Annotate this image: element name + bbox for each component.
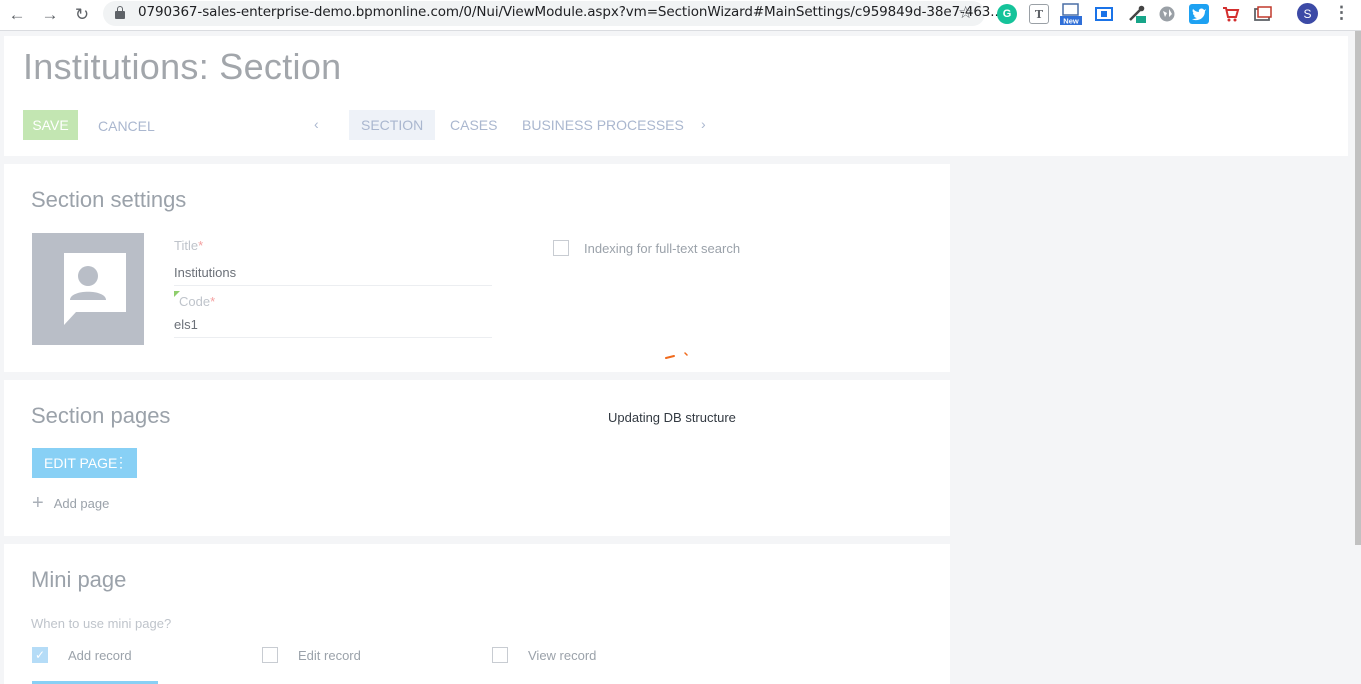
screenshot-extension-icon[interactable]: [1253, 4, 1273, 24]
view-record-label: View record: [528, 648, 597, 663]
tabs-next-arrow-icon[interactable]: ›: [701, 116, 706, 132]
wizard-header: Institutions: Section SAVE CANCEL ‹ SECT…: [4, 36, 1348, 156]
code-field[interactable]: els1: [174, 317, 198, 332]
plus-icon: +: [32, 492, 44, 514]
browser-toolbar: ← → ↻ 0790367-sales-enterprise-demo.bpmo…: [0, 0, 1361, 31]
code-field-underline: [174, 337, 492, 338]
edit-record-checkbox[interactable]: [262, 647, 278, 663]
mini-page-question: When to use mini page?: [31, 616, 172, 631]
view-record-checkbox[interactable]: [492, 647, 508, 663]
profile-avatar[interactable]: S: [1297, 3, 1318, 24]
loading-spinner-icon: [665, 352, 688, 359]
add-page-label: Add page: [53, 495, 110, 511]
page-scrollbar[interactable]: [1355, 31, 1361, 545]
more-options-icon[interactable]: ⋮: [114, 454, 128, 471]
status-message: Updating DB structure: [608, 410, 736, 425]
tab-section[interactable]: SECTION: [349, 110, 436, 140]
forward-arrow-icon[interactable]: →: [38, 3, 62, 27]
code-field-label: Code*: [179, 294, 216, 309]
edit-record-label: Edit record: [298, 648, 361, 663]
title-field[interactable]: Institutions: [174, 265, 236, 280]
edit-page-label: EDIT PAGE: [44, 455, 118, 471]
add-record-checkbox[interactable]: ✓: [32, 647, 48, 663]
tab-cases[interactable]: CASES: [438, 110, 509, 140]
cart-extension-icon[interactable]: [1221, 4, 1241, 24]
indexing-label: Indexing for full-text search: [584, 241, 741, 256]
section-image-placeholder[interactable]: [32, 233, 144, 345]
bookmark-star-icon[interactable]: ☆: [958, 3, 973, 23]
reload-icon[interactable]: ↻: [70, 3, 94, 27]
indexing-checkbox[interactable]: [553, 240, 569, 256]
section-pages-title: Section pages: [31, 403, 171, 428]
page-title: Institutions: Section: [23, 46, 342, 87]
new-extension-icon[interactable]: New: [1060, 3, 1082, 26]
svg-text:New: New: [1063, 17, 1079, 26]
tabs-prev-arrow-icon[interactable]: ‹: [314, 116, 319, 132]
globe-extension-icon[interactable]: [1157, 4, 1177, 24]
grammarly-extension-icon[interactable]: G: [997, 4, 1017, 24]
section-settings-card: Section settings Title* Institutions Cod…: [4, 164, 950, 372]
section-settings-title: Section settings: [31, 187, 187, 212]
edit-page-button[interactable]: EDIT PAGE ⋮: [32, 448, 137, 478]
tab-business-processes[interactable]: BUSINESS PROCESSES: [510, 110, 696, 140]
save-button[interactable]: SAVE: [23, 110, 78, 140]
url-text[interactable]: 0790367-sales-enterprise-demo.bpmonline.…: [138, 4, 1003, 20]
twitter-extension-icon[interactable]: [1189, 4, 1209, 24]
calendar-extension-icon[interactable]: [1094, 4, 1114, 24]
add-record-label: Add record: [68, 648, 132, 663]
section-pages-card: Section pages EDIT PAGE ⋮ + Add page Upd…: [4, 380, 950, 536]
title-field-label: Title*: [174, 238, 204, 253]
mini-page-card: Mini page When to use mini page? ✓ Add r…: [4, 544, 950, 684]
eyedropper-extension-icon[interactable]: [1127, 4, 1147, 24]
image-placeholder-icon: [64, 253, 126, 325]
back-arrow-icon[interactable]: ←: [5, 3, 29, 27]
add-page-button[interactable]: + Add page: [32, 492, 110, 514]
lock-icon: [115, 6, 125, 19]
mini-page-title: Mini page: [31, 567, 127, 592]
text-extension-icon[interactable]: T: [1029, 4, 1049, 24]
browser-menu-icon[interactable]: ⋮: [1333, 3, 1350, 23]
cancel-button[interactable]: CANCEL: [98, 118, 155, 134]
title-field-underline: [174, 285, 492, 286]
